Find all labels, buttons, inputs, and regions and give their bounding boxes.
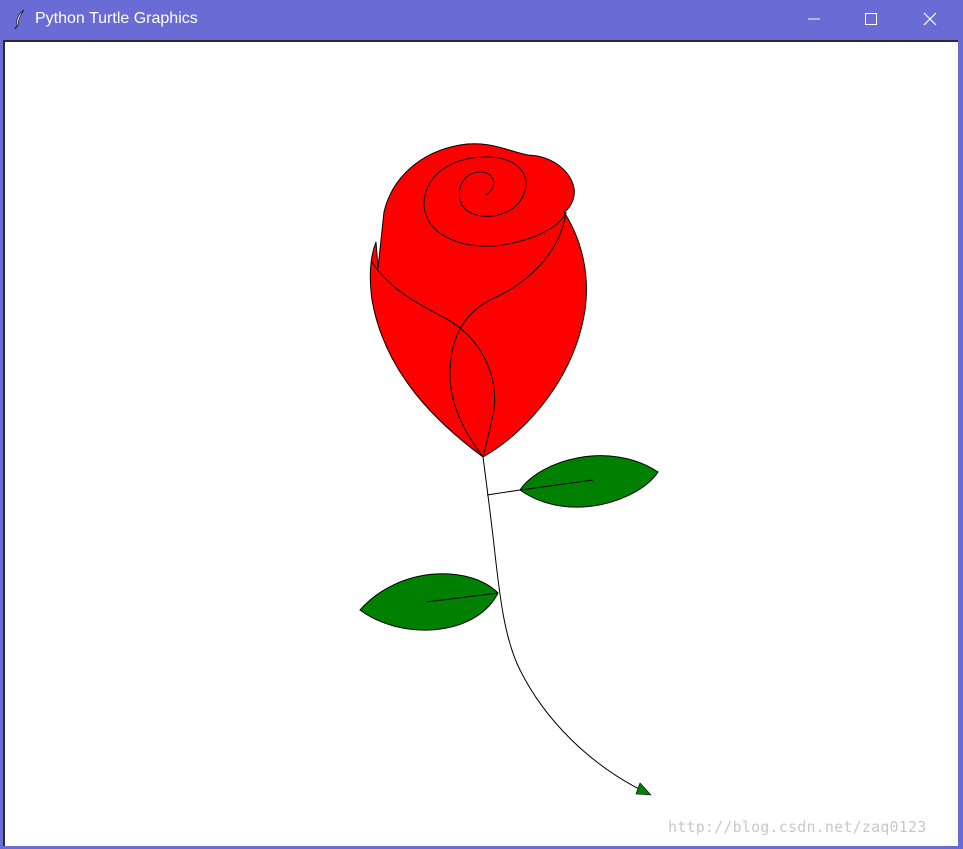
watermark: http://blog.csdn.net/zaq0123	[668, 818, 927, 836]
maximize-button[interactable]	[843, 0, 899, 38]
turtle-cursor	[635, 782, 652, 796]
leaf-branch-right	[486, 489, 521, 496]
window-title: Python Turtle Graphics	[35, 10, 198, 27]
feather-icon	[14, 9, 25, 29]
close-icon	[923, 12, 937, 26]
maximize-icon	[865, 13, 877, 25]
turtle-canvas[interactable]	[3, 40, 958, 846]
leaf-right	[519, 455, 659, 508]
close-button[interactable]	[902, 0, 958, 38]
minimize-icon	[808, 18, 820, 20]
rose-bloom	[369, 143, 587, 458]
rose-stem	[482, 456, 646, 793]
title-bar[interactable]: Python Turtle Graphics	[0, 0, 963, 38]
minimize-button[interactable]	[786, 0, 842, 38]
rose-drawing	[359, 143, 659, 796]
turtle-window: Python Turtle Graphics http://blog.csdn.…	[0, 0, 963, 849]
